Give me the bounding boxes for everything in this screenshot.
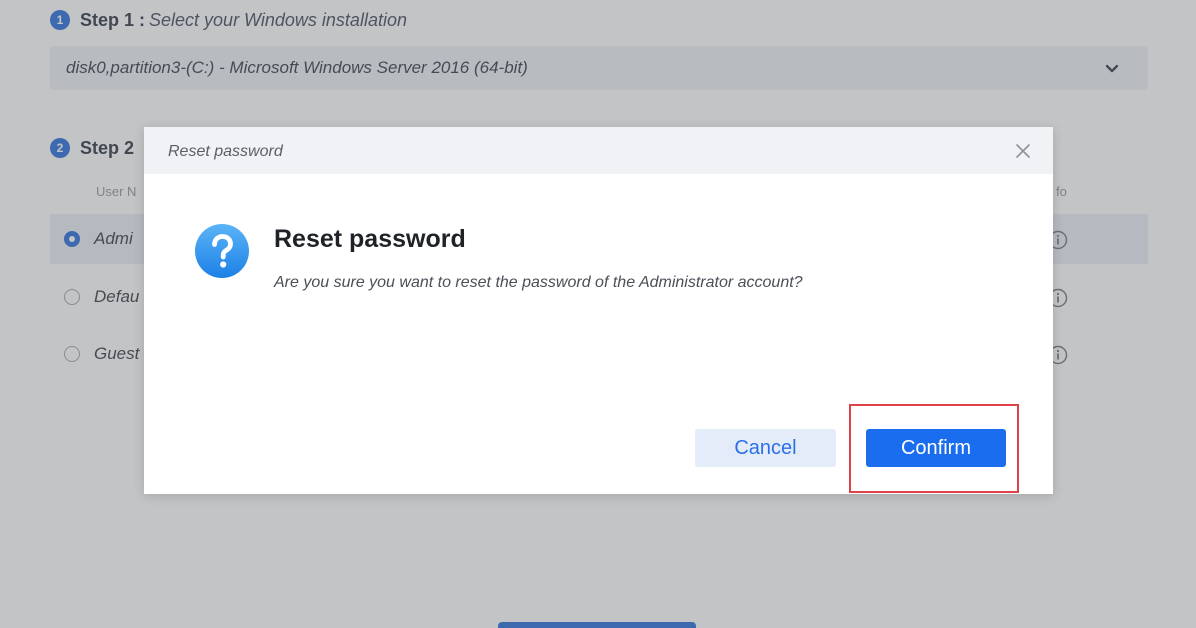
dialog-heading: Reset password — [274, 225, 466, 253]
reset-password-dialog: Reset password Reset password Are you su… — [144, 127, 1053, 494]
dialog-message: Are you sure you want to reset the passw… — [274, 274, 803, 291]
dialog-titlebar: Reset password — [144, 127, 1053, 174]
cancel-button[interactable]: Cancel — [695, 429, 836, 467]
dialog-window-title: Reset password — [168, 143, 283, 160]
close-icon[interactable] — [1015, 143, 1031, 159]
question-icon — [195, 224, 249, 278]
confirm-button[interactable]: Confirm — [866, 429, 1006, 467]
page: 1 Step 1 : Select your Windows installat… — [0, 0, 1196, 628]
